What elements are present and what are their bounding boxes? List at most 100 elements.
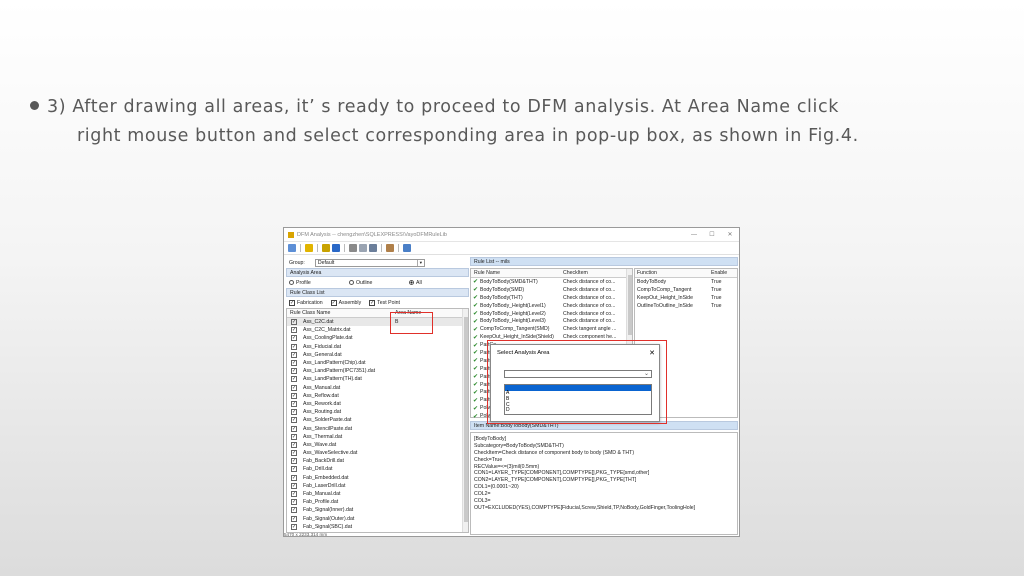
check-icon[interactable]: ✓ [330,299,337,306]
table-row[interactable]: ✔ BodyToBody(SMD&THT) Check distance of co… [471,278,632,286]
radio-profile[interactable]: Profile [289,280,349,286]
check-icon[interactable]: ✓ [291,458,297,465]
table-row[interactable]: ✓ Ass_Thermal.dat [287,433,468,441]
check-icon[interactable]: ✓ [291,441,297,448]
folder-icon[interactable] [305,244,313,252]
radio-all[interactable]: All [409,280,469,286]
check-icon[interactable]: ✓ [291,474,297,481]
close-button[interactable]: ✕ [721,231,739,238]
check-icon[interactable]: ✓ [291,409,297,416]
detail-line: COL3= [474,498,491,505]
table-row[interactable]: ✓ Fab_Profile.dat [287,498,468,506]
check-icon[interactable]: ✓ [291,343,297,350]
table-row[interactable]: ✓ Fab_Signal(SBC).dat [287,523,468,531]
col-rule-name[interactable]: Rule Name [471,270,563,276]
check-icon[interactable]: ✓ [291,335,297,342]
table-row[interactable]: ✓ Ass_Routing.dat [287,408,468,416]
table-row[interactable]: KeepOut_Height_InSide True [635,294,737,302]
scroll-thumb[interactable] [628,275,632,335]
table-row[interactable]: ✓ Ass_Wave.dat [287,441,468,449]
table-row[interactable]: ✔ BodyToBody_Height(Level3) Check distance… [471,317,632,325]
check-icon[interactable]: ✓ [291,368,297,375]
col-rule-class-name[interactable]: Rule Class Name [287,310,395,316]
chevron-down-icon[interactable]: ▼ [416,259,424,266]
check-icon[interactable]: ✓ [291,466,297,473]
table-icon[interactable] [349,244,357,252]
table-row[interactable]: CompToComp_Tangent True [635,286,737,294]
rule-class-name: Ass_Manual.dat [303,384,341,391]
table-row[interactable]: ✓ Ass_Rework.dat [287,400,468,408]
maximize-button[interactable]: ☐ [703,231,721,238]
table-row[interactable]: ✓ Ass_LandPattern(Chip).dat [287,359,468,367]
check-icon[interactable]: ✓ [291,515,297,522]
check-icon[interactable]: ✓ [291,351,297,358]
check-icon[interactable]: ✓ [291,384,297,391]
group-select[interactable]: Default ▼ [314,258,425,267]
minimize-button[interactable]: — [685,232,703,238]
radio-circle-selected[interactable] [409,280,414,285]
radio-circle[interactable] [349,280,354,285]
table-row[interactable]: ✓ Fab_BackDrill.dat [287,457,468,465]
table-row[interactable]: ✓ Fab_Manual.dat [287,490,468,498]
add-icon[interactable] [332,244,340,252]
run-icon[interactable] [288,244,296,252]
check-icon[interactable]: ✓ [369,299,376,306]
table-row[interactable]: ✓ Ass_C2C_Matrix.dat [287,326,468,334]
table-row[interactable]: ✓ Fab_Embedded.dat [287,474,468,482]
check-icon[interactable]: ✓ [291,433,297,440]
table-row[interactable]: ✓ Ass_General.dat [287,351,468,359]
check-icon[interactable]: ✓ [291,425,297,432]
scrollbar[interactable] [462,309,468,532]
check-icon[interactable]: ✓ [291,360,297,367]
table-row[interactable]: ✓ Fab_LaserDrill.dat [287,482,468,490]
table-row[interactable]: ✓ Ass_Manual.dat [287,384,468,392]
table-row[interactable]: ✔ CompToComp_Tangent(SMD) Check tangent an… [471,325,632,333]
filter-icon[interactable] [369,244,377,252]
table-row[interactable]: OutlineToOutline_InSide True [635,302,737,310]
table-row[interactable]: ✓ Ass_CoolingPlate.dat [287,334,468,342]
check-icon[interactable]: ✓ [291,523,297,530]
check-icon[interactable]: ✓ [291,507,297,514]
check-icon[interactable]: ✓ [291,327,297,334]
table-row[interactable]: ✓ Ass_LandPattern(IPC7351).dat [287,367,468,375]
table-row[interactable]: ✔ BodyToBody(THT) Check distance of co... [471,294,632,302]
table-row[interactable]: ✓ Ass_StencilPaste.dat [287,424,468,432]
check-icon[interactable]: ✓ [291,319,297,326]
radio-circle[interactable] [289,280,294,285]
check-icon[interactable]: ✓ [291,450,297,457]
checkbox-test-point[interactable]: ✓ Test Point [369,299,400,306]
table-row[interactable]: ✓ Ass_Reflow.dat [287,392,468,400]
col-check-item[interactable]: CheckItem [563,270,588,276]
check-icon[interactable]: ✓ [291,417,297,424]
rule-detail-text[interactable]: [BodyToBody] Subcategory=BodyToBody(SMD&T… [470,432,738,535]
col-function[interactable]: Function [635,270,711,276]
check-icon[interactable]: ✓ [289,299,295,306]
radio-outline[interactable]: Outline [349,280,409,286]
table-row[interactable]: ✓ Ass_SolderPaste.dat [287,416,468,424]
table-row[interactable]: ✓ Ass_LandPattern(TH).dat [287,375,468,383]
table-row[interactable]: ✔ BodyToBody(SMD) Check distance of co... [471,286,632,294]
table-row[interactable]: ✓ Fab_Signal(Inner).dat [287,506,468,514]
table-row[interactable]: BodyToBody True [635,278,737,286]
table-row[interactable]: ✓ Ass_C2C.dat B [287,318,468,327]
table-row[interactable]: ✔ BodyToBody_Height(Level1) Check distance… [471,302,632,310]
exit-icon[interactable] [403,244,411,252]
lock-icon[interactable] [322,244,330,252]
table-row[interactable]: ✓ Fab_Drill.dat [287,465,468,473]
check-icon[interactable]: ✓ [291,482,297,489]
export-icon[interactable] [359,244,367,252]
checkbox-fabrication[interactable]: ✓ Fabrication [289,299,323,306]
check-icon[interactable]: ✓ [291,400,297,407]
report-icon[interactable] [386,244,394,252]
col-enable[interactable]: Enable [711,270,727,276]
check-icon[interactable]: ✓ [291,392,297,399]
table-row[interactable]: ✔ BodyToBody_Height(Level2) Check distance… [471,310,632,318]
check-icon[interactable]: ✓ [291,499,297,506]
scroll-thumb[interactable] [464,317,468,522]
table-row[interactable]: ✓ Ass_Fiducial.dat [287,343,468,351]
check-icon[interactable]: ✓ [291,491,297,498]
checkbox-assembly[interactable]: ✓ Assembly [330,299,361,306]
table-row[interactable]: ✓ Fab_Signal(Outer).dat [287,515,468,523]
check-icon[interactable]: ✓ [291,376,297,383]
table-row[interactable]: ✓ Ass_WaveSelective.dat [287,449,468,457]
